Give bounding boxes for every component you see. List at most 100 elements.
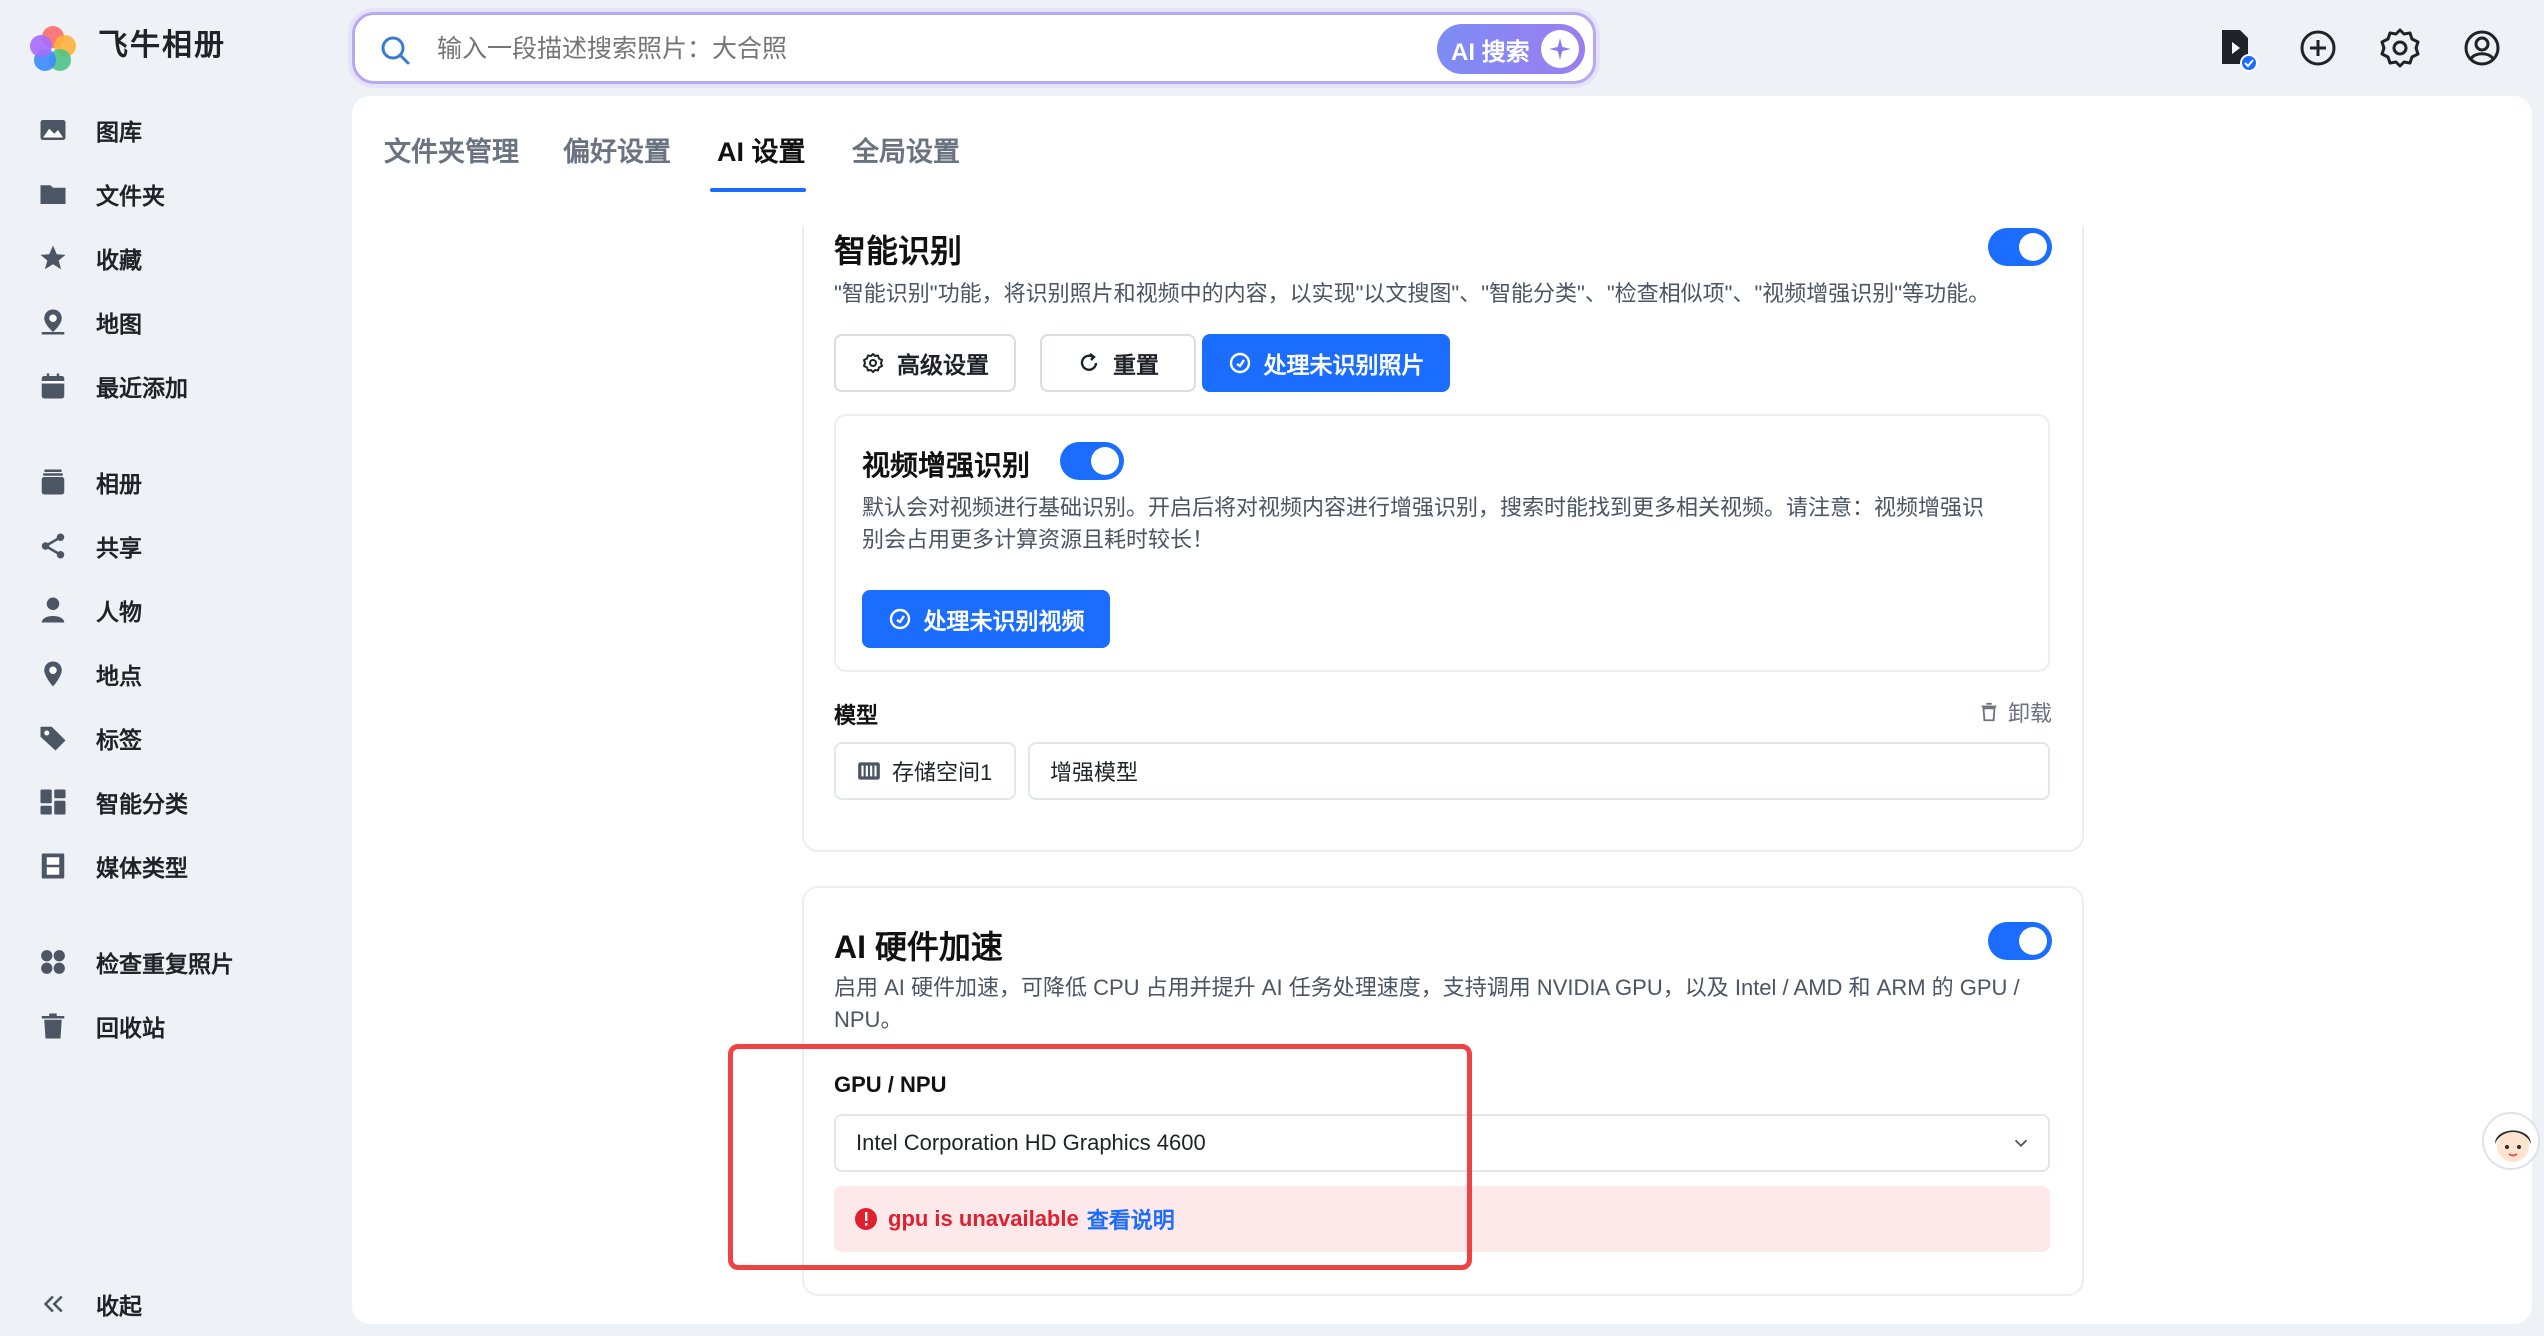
sidebar-item-label: 相册: [96, 471, 142, 497]
video-enhanced-description: 默认会对视频进行基础识别。开启后将对视频内容进行增强识别，搜索时能找到更多相关视…: [862, 492, 2042, 556]
ai-search-button[interactable]: AI 搜索: [1437, 24, 1585, 74]
uninstall-button[interactable]: 卸载: [1978, 696, 2052, 728]
smart-recognition-description: "智能识别"功能，将识别照片和视频中的内容，以实现"以文搜图"、"智能分类"、"…: [834, 281, 1991, 306]
speedometer-icon: [1229, 352, 1250, 374]
process-unrecognized-photos-button[interactable]: 处理未识别照片: [1202, 334, 1450, 392]
gear-icon: [863, 353, 883, 373]
search-bar[interactable]: AI 搜索: [352, 12, 1596, 84]
sidebar-collapse-label: 收起: [96, 1293, 142, 1319]
sidebar-item-map[interactable]: 地图: [36, 298, 142, 346]
sidebar-item-duplicates[interactable]: 检查重复照片: [36, 938, 234, 986]
sidebar: 图库 文件夹 收藏 地图 最近添加 相册 共享 人物 地点 标签 智能分类 媒体…: [0, 100, 352, 1336]
video-enhanced-description-line1: 默认会对视频进行基础识别。开启后将对视频内容进行增强识别，搜索时能找到更多相关视…: [862, 495, 1985, 520]
refresh-icon: [1080, 353, 1098, 371]
sidebar-item-label: 收藏: [96, 247, 142, 273]
ai-search-label: AI 搜索: [1451, 38, 1530, 66]
sidebar-item-label: 智能分类: [96, 791, 188, 817]
sidebar-item-gallery[interactable]: 图库: [36, 106, 142, 154]
sidebar-item-label: 地点: [96, 663, 142, 689]
sidebar-item-media-types[interactable]: 媒体类型: [36, 842, 188, 890]
star-icon: [36, 241, 70, 275]
sidebar-item-places[interactable]: 地点: [36, 650, 142, 698]
tab-global-settings[interactable]: 全局设置: [852, 130, 960, 169]
reset-button[interactable]: 重置: [1040, 334, 1196, 392]
sidebar-item-label: 地图: [96, 311, 142, 337]
sidebar-item-label: 回收站: [96, 1015, 165, 1041]
film-icon: [36, 849, 70, 883]
user-account-icon[interactable]: [2458, 24, 2506, 72]
calendar-icon: [36, 369, 70, 403]
sidebar-item-label: 检查重复照片: [96, 951, 234, 977]
tab-folder-management[interactable]: 文件夹管理: [384, 130, 519, 169]
person-icon: [36, 593, 70, 627]
smart-recognition-toggle[interactable]: [1988, 228, 2052, 266]
sidebar-item-label: 媒体类型: [96, 855, 188, 881]
sidebar-item-label: 人物: [96, 599, 142, 625]
search-input[interactable]: [435, 29, 1335, 69]
sidebar-item-label: 图库: [96, 119, 142, 145]
album-icon: [36, 465, 70, 499]
gallery-icon: [36, 113, 70, 147]
uninstall-label: 卸载: [2007, 701, 2052, 726]
app-title: 飞牛相册: [98, 29, 226, 62]
sidebar-item-share[interactable]: 共享: [36, 522, 142, 570]
video-enhanced-card: 视频增强识别 默认会对视频进行基础识别。开启后将对视频内容进行增强识别，搜索时能…: [834, 414, 2050, 672]
storage-value: 存储空间1: [892, 760, 993, 785]
hardware-acceleration-description-line2: NPU。: [834, 1007, 903, 1032]
advanced-settings-label: 高级设置: [897, 352, 989, 378]
sidebar-item-trash[interactable]: 回收站: [36, 1002, 165, 1050]
search-icon: [379, 34, 411, 66]
smart-recognition-title: 智能识别: [834, 233, 963, 269]
share-icon: [36, 529, 70, 563]
highlight-annotation: [728, 1044, 1472, 1270]
trash-icon: [36, 1009, 70, 1043]
video-enhanced-toggle[interactable]: [1060, 442, 1124, 480]
hardware-acceleration-description-line1: 启用 AI 硬件加速，可降低 CPU 占用并提升 AI 任务处理速度，支持调用 …: [834, 975, 2020, 1000]
sidebar-item-recent[interactable]: 最近添加: [36, 362, 188, 410]
sidebar-item-label: 标签: [96, 727, 142, 753]
duplicate-icon: [36, 945, 70, 979]
model-label: 模型: [834, 703, 879, 728]
sidebar-item-smart-categories[interactable]: 智能分类: [36, 778, 188, 826]
speedometer-icon: [889, 608, 910, 630]
grid-icon: [36, 785, 70, 819]
model-value: 增强模型: [1050, 760, 1139, 785]
sidebar-item-folder[interactable]: 文件夹: [36, 170, 165, 218]
map-icon: [36, 305, 70, 339]
model-select[interactable]: 增强模型: [1028, 742, 2050, 800]
settings-tabs: 文件夹管理 偏好设置 AI 设置 全局设置: [352, 96, 2532, 196]
smart-recognition-card: 智能识别 "智能识别"功能，将识别照片和视频中的内容，以实现"以文搜图"、"智能…: [802, 226, 2084, 852]
location-icon: [36, 657, 70, 691]
process-unrecognized-videos-button[interactable]: 处理未识别视频: [862, 590, 1110, 648]
reset-label: 重置: [1113, 352, 1159, 378]
add-icon[interactable]: [2294, 24, 2342, 72]
hardware-acceleration-title: AI 硬件加速: [834, 929, 1003, 965]
process-videos-label: 处理未识别视频: [923, 608, 1085, 634]
sidebar-item-label: 共享: [96, 535, 142, 561]
advanced-settings-button[interactable]: 高级设置: [834, 334, 1016, 392]
process-photos-label: 处理未识别照片: [1263, 352, 1425, 378]
video-enhanced-description-line2: 别会占用更多计算资源且耗时较长！: [862, 527, 1215, 552]
app-logo: [26, 22, 80, 76]
tab-ai-settings[interactable]: AI 设置: [717, 130, 806, 169]
sidebar-item-favorites[interactable]: 收藏: [36, 234, 142, 282]
task-status-icon[interactable]: [2212, 24, 2260, 72]
video-enhanced-title: 视频增强识别: [862, 450, 1031, 481]
sidebar-item-people[interactable]: 人物: [36, 586, 142, 634]
sidebar-item-albums[interactable]: 相册: [36, 458, 142, 506]
hardware-acceleration-toggle[interactable]: [1988, 922, 2052, 960]
tag-icon: [36, 721, 70, 755]
sidebar-item-label: 最近添加: [96, 375, 188, 401]
tab-preferences[interactable]: 偏好设置: [563, 130, 671, 169]
gear-icon[interactable]: [2376, 24, 2424, 72]
assistant-avatar[interactable]: [2482, 1112, 2540, 1170]
storage-icon: [858, 762, 880, 780]
sidebar-collapse-button[interactable]: 收起: [36, 1280, 142, 1328]
active-tab-indicator: [710, 188, 806, 192]
trash-icon: [1981, 702, 1997, 722]
sparkle-icon: [1541, 30, 1579, 68]
chevrons-left-icon: [36, 1287, 70, 1321]
sidebar-item-tags[interactable]: 标签: [36, 714, 142, 762]
sidebar-item-label: 文件夹: [96, 183, 165, 209]
storage-select[interactable]: 存储空间1: [834, 742, 1016, 800]
